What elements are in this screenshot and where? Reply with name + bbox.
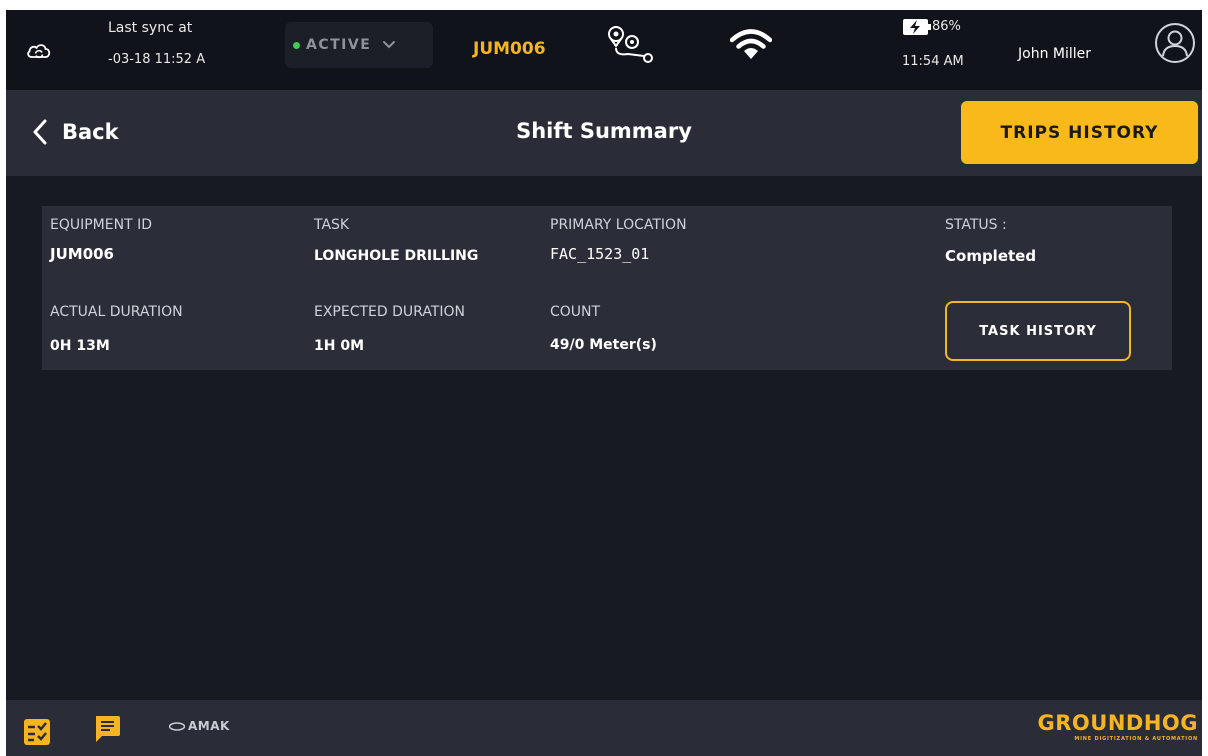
sync-time: -03-18 11:52 A [108, 52, 206, 67]
sync-label: Last sync at [108, 20, 193, 36]
amak-logo-text: AMAK [188, 719, 230, 733]
wifi-icon [730, 29, 772, 59]
equipment-id-badge: JUM006 [473, 39, 546, 59]
amak-swoosh-icon [169, 721, 185, 731]
bottom-bar: AMAK GROUNDHOG MINE DIGITIZATION & AUTOM… [6, 700, 1202, 756]
shift-summary-card: EQUIPMENT ID JUM006 TASK LONGHOLE DRILLI… [42, 206, 1172, 370]
count-label: COUNT [550, 304, 601, 320]
page-header: Back Shift Summary TRIPS HISTORY [6, 90, 1202, 176]
actual-duration-value: 0H 13M [50, 338, 110, 354]
route-pins-icon[interactable] [604, 24, 654, 68]
battery-charging-icon [903, 19, 931, 35]
chat-icon[interactable] [93, 714, 121, 744]
trips-history-button[interactable]: TRIPS HISTORY [961, 101, 1198, 164]
shift-status-dropdown[interactable]: ACTIVE [285, 22, 433, 68]
task-value: LONGHOLE DRILLING [314, 248, 479, 264]
primary-location-label: PRIMARY LOCATION [550, 217, 687, 233]
brand-tagline: MINE DIGITIZATION & AUTOMATION [1074, 736, 1198, 742]
active-status-dot [293, 41, 300, 49]
actual-duration-label: ACTUAL DURATION [50, 304, 183, 320]
task-label: TASK [314, 217, 350, 233]
equipment-id-label: EQUIPMENT ID [50, 217, 152, 233]
primary-location-value: FAC_1523_01 [550, 245, 650, 263]
equipment-id-value: JUM006 [50, 245, 114, 263]
status-bar: Last sync at -03-18 11:52 A ACTIVE JUM00… [6, 10, 1202, 90]
battery-percent: 86% [932, 19, 961, 34]
groundhog-logo: GROUNDHOG MINE DIGITIZATION & AUTOMATION [1024, 711, 1202, 743]
user-avatar-icon[interactable] [1154, 22, 1196, 64]
shift-status-label: ACTIVE [306, 37, 372, 53]
task-history-button[interactable]: TASK HISTORY [945, 301, 1131, 361]
status-label: STATUS : [945, 217, 1007, 233]
brand-name: GROUNDHOG [1037, 711, 1198, 735]
cloud-sync-icon[interactable] [26, 40, 52, 62]
user-name: John Miller [1018, 46, 1092, 62]
checklist-icon[interactable] [24, 719, 50, 745]
amak-logo: AMAK [169, 719, 230, 733]
chevron-down-icon [383, 41, 396, 49]
app-screen: Last sync at -03-18 11:52 A ACTIVE JUM00… [6, 10, 1202, 756]
expected-duration-label: EXPECTED DURATION [314, 304, 465, 320]
count-value: 49/0 Meter(s) [550, 337, 657, 353]
expected-duration-value: 1H 0M [314, 338, 365, 354]
status-value: Completed [945, 247, 1037, 265]
clock-time: 11:54 AM [902, 54, 964, 69]
